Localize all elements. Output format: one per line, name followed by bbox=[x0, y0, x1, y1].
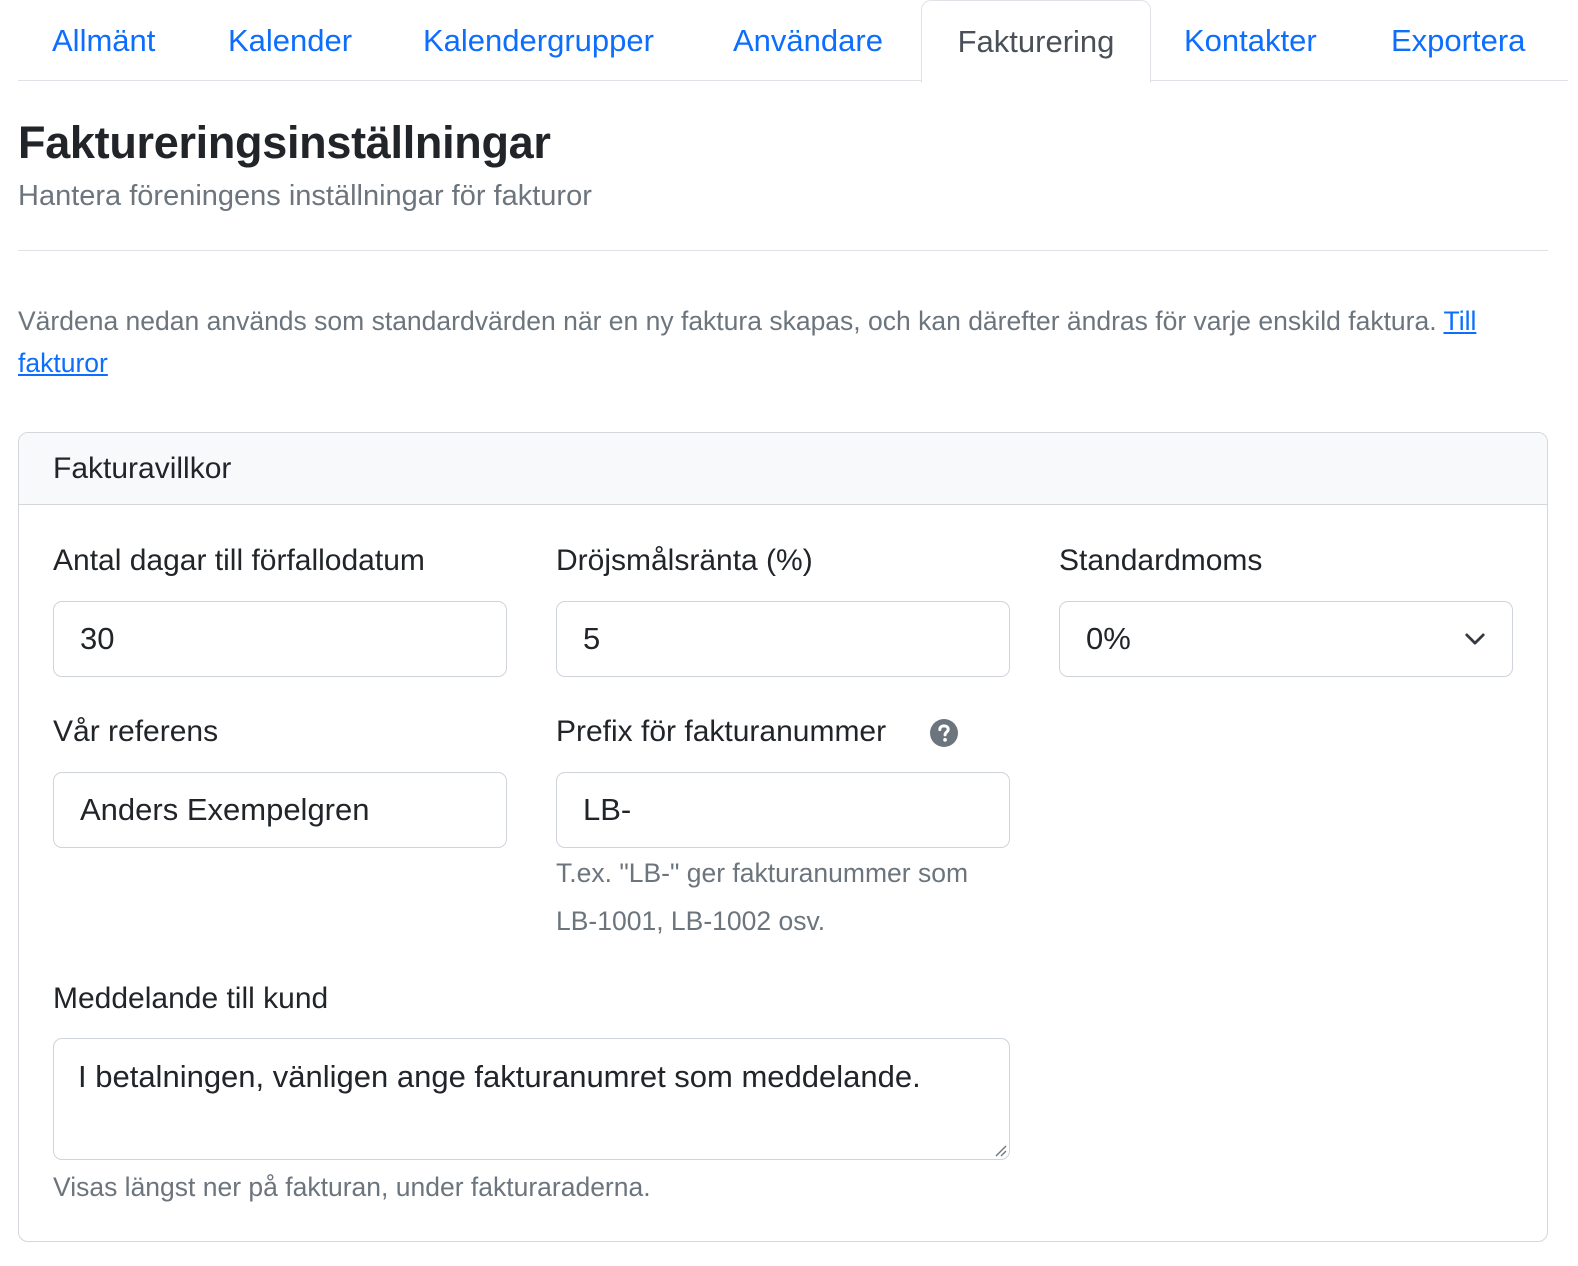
invoice-terms-card: Fakturavillkor Antal dagar till förfallo… bbox=[18, 432, 1548, 1242]
prefix-help-line-2: LB-1001, LB-1002 osv. bbox=[556, 906, 826, 936]
tab-exportera[interactable]: Exportera bbox=[1391, 0, 1525, 81]
tab-allmant[interactable]: Allmänt bbox=[52, 0, 155, 81]
tab-kalender[interactable]: Kalender bbox=[228, 0, 352, 81]
due-days-label: Antal dagar till förfallodatum bbox=[53, 544, 425, 577]
message-textarea[interactable]: I betalningen, vänligen ange fakturanumr… bbox=[53, 1038, 1010, 1160]
prefix-input[interactable]: LB- bbox=[556, 772, 1010, 848]
vat-select-value: 0% bbox=[1086, 621, 1131, 656]
interest-label: Dröjsmålsränta (%) bbox=[556, 544, 813, 577]
page-subtitle: Hantera föreningens inställningar för fa… bbox=[18, 180, 592, 212]
header-divider bbox=[18, 250, 1548, 251]
resize-grip-icon[interactable] bbox=[991, 1141, 1007, 1157]
tab-fakturering[interactable]: Fakturering bbox=[921, 0, 1151, 83]
chevron-down-icon bbox=[1465, 633, 1485, 645]
card-header: Fakturavillkor bbox=[19, 433, 1547, 505]
tab-anvandare[interactable]: Användare bbox=[733, 0, 883, 81]
vat-select[interactable]: 0% bbox=[1059, 601, 1513, 677]
message-help-text: Visas längst ner på fakturan, under fakt… bbox=[53, 1172, 651, 1202]
tab-kontakter[interactable]: Kontakter bbox=[1184, 0, 1317, 81]
reference-label: Vår referens bbox=[53, 715, 219, 748]
due-days-input[interactable]: 30 bbox=[53, 601, 507, 677]
reference-input[interactable]: Anders Exempelgren bbox=[53, 772, 507, 848]
settings-tabs: Allmänt Kalender Kalendergrupper Använda… bbox=[18, 0, 1568, 83]
tab-kalendergrupper[interactable]: Kalendergrupper bbox=[423, 0, 654, 81]
message-textarea-value: I betalningen, vänligen ange fakturanumr… bbox=[78, 1059, 921, 1094]
card-title: Fakturavillkor bbox=[53, 452, 232, 485]
vat-label: Standardmoms bbox=[1059, 544, 1263, 577]
intro-description: Värdena nedan används som standardvärden… bbox=[18, 306, 1437, 336]
prefix-help-text: T.ex. "LB-" ger fakturanummer som LB-100… bbox=[556, 849, 1026, 945]
interest-input[interactable]: 5 bbox=[556, 601, 1010, 677]
page-title: Faktureringsinställningar bbox=[18, 117, 551, 168]
intro-text: Värdena nedan används som standardvärden… bbox=[18, 300, 1518, 384]
question-circle-icon[interactable] bbox=[930, 719, 958, 747]
message-label: Meddelande till kund bbox=[53, 982, 329, 1015]
prefix-help-line-1: T.ex. "LB-" ger fakturanummer som bbox=[556, 858, 969, 888]
prefix-label: Prefix för fakturanummer bbox=[556, 715, 887, 748]
